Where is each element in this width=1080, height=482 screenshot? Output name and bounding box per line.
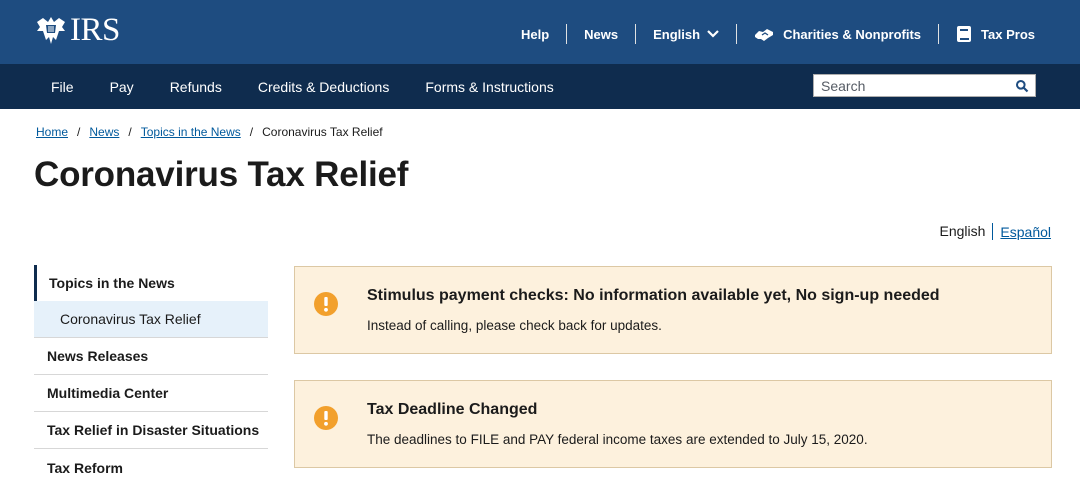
alert-title: Stimulus payment checks: No information … <box>367 287 940 304</box>
breadcrumb-separator: / <box>77 125 81 139</box>
breadcrumb-separator: / <box>249 125 254 139</box>
utility-nav: Help News English Charities & Nonprofits… <box>504 22 1035 46</box>
alert-body: The deadlines to FILE and PAY federal in… <box>367 432 868 447</box>
irs-logo[interactable]: IRS <box>34 12 120 48</box>
nav-file[interactable]: File <box>51 79 74 95</box>
news-link[interactable]: News <box>567 24 635 44</box>
help-label: Help <box>520 26 550 42</box>
alert-body: Instead of calling, please check back fo… <box>367 318 662 333</box>
news-label: News <box>584 26 619 42</box>
charities-label: Charities & Nonprofits <box>783 26 922 42</box>
search-input[interactable] <box>814 75 1009 96</box>
sidebar-item-news-releases[interactable]: News Releases <box>34 338 268 375</box>
language-current: English <box>939 223 994 240</box>
search-box <box>813 74 1036 97</box>
breadcrumb-topics[interactable]: Topics in the News <box>141 125 241 139</box>
book-icon <box>957 26 972 42</box>
breadcrumb-current: Coronavirus Tax Relief <box>262 125 383 139</box>
language-switcher: English Español <box>939 223 1051 240</box>
handshake-icon <box>755 29 774 41</box>
nav-pay[interactable]: Pay <box>110 79 134 95</box>
sidebar-nav: Topics in the News Coronavirus Tax Relie… <box>34 265 268 482</box>
sidebar-item-coronavirus-tax-relief[interactable]: Coronavirus Tax Relief <box>34 301 268 338</box>
breadcrumb-separator: / <box>128 125 132 139</box>
charities-link[interactable]: Charities & Nonprofits <box>737 24 938 44</box>
alert-title: Tax Deadline Changed <box>367 401 538 418</box>
sidebar-item-tax-reform[interactable]: Tax Reform <box>34 449 268 482</box>
site-header: IRS Help News English Charities & Nonpro… <box>0 0 1080 64</box>
tax-pros-link[interactable]: Tax Pros <box>939 24 1035 44</box>
nav-refunds[interactable]: Refunds <box>170 79 222 95</box>
exclamation-icon <box>314 292 338 316</box>
exclamation-icon <box>314 406 338 430</box>
search-icon[interactable] <box>1015 79 1029 93</box>
chevron-down-icon <box>707 30 719 38</box>
breadcrumb: Home / News / Topics in the News / Coron… <box>36 125 383 139</box>
alert-tax-deadline: Tax Deadline Changed The deadlines to FI… <box>294 380 1052 468</box>
nav-credits-deductions[interactable]: Credits & Deductions <box>258 79 390 95</box>
language-espanol-link[interactable]: Español <box>993 224 1051 240</box>
logo-wordmark: IRS <box>70 12 120 48</box>
alert-stimulus-payments: Stimulus payment checks: No information … <box>294 266 1052 354</box>
eagle-icon <box>37 17 65 44</box>
page-title: Coronavirus Tax Relief <box>34 155 409 194</box>
sidebar-item-multimedia-center[interactable]: Multimedia Center <box>34 375 268 412</box>
breadcrumb-news[interactable]: News <box>89 125 119 139</box>
help-link[interactable]: Help <box>504 24 566 44</box>
main-nav: File Pay Refunds Credits & Deductions Fo… <box>0 64 1080 109</box>
language-label: English <box>653 26 701 42</box>
sidebar-item-topics-in-the-news[interactable]: Topics in the News <box>34 265 268 301</box>
breadcrumb-home[interactable]: Home <box>36 125 68 139</box>
nav-forms-instructions[interactable]: Forms & Instructions <box>425 79 553 95</box>
sidebar-item-disaster-relief[interactable]: Tax Relief in Disaster Situations <box>34 412 268 449</box>
tax-pros-label: Tax Pros <box>981 26 1035 42</box>
language-dropdown[interactable]: English <box>636 24 736 44</box>
